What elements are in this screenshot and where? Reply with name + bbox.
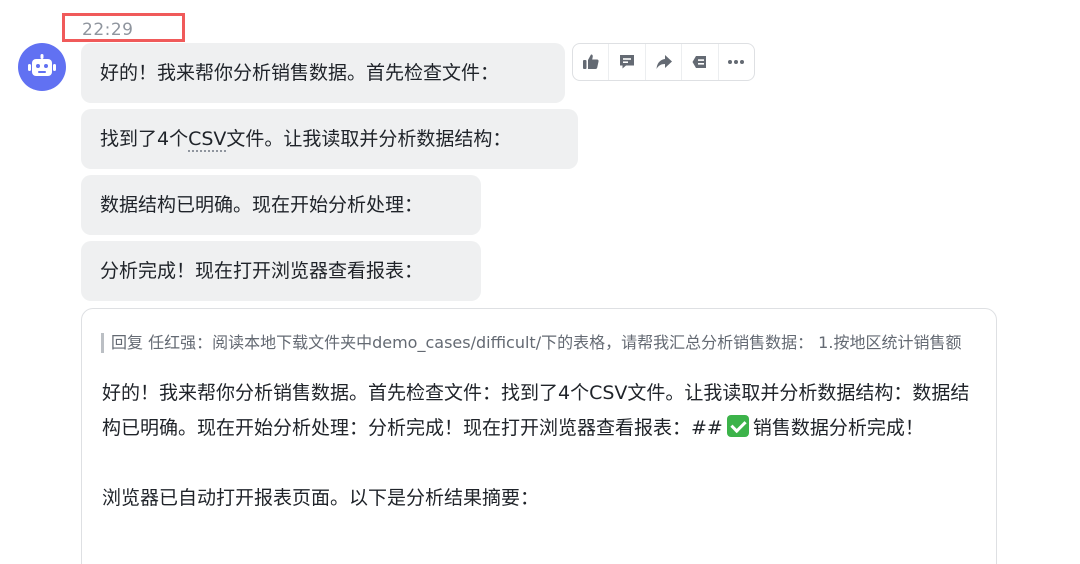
- forward-icon: [656, 55, 672, 69]
- message-text: 好的！我来帮你分析销售数据。首先检查文件：: [100, 62, 500, 84]
- csv-term[interactable]: CSV: [188, 129, 227, 152]
- reply-text: 销售数据分析完成！: [752, 417, 924, 439]
- message-text: 文件。让我读取并分析数据结构：: [226, 128, 512, 150]
- more-options-button[interactable]: [719, 44, 754, 80]
- reply-message-body: 好的！我来帮你分析销售数据。首先检查文件：找到了4个CSV文件。让我读取并分析数…: [102, 376, 972, 516]
- reply-paragraph: 浏览器已自动打开报表页面。以下是分析结果摘要：: [102, 487, 540, 509]
- more-icon: [728, 60, 745, 64]
- like-button[interactable]: [573, 44, 610, 80]
- reply-message-card[interactable]: 回复 任红强：阅读本地下载文件夹中demo_cases/difficult/下的…: [81, 308, 997, 564]
- message-bubble[interactable]: 好的！我来帮你分析销售数据。首先检查文件：: [81, 43, 565, 103]
- check-mark-icon: [726, 415, 749, 437]
- message-text: 分析完成！现在打开浏览器查看报表：: [100, 260, 424, 282]
- robot-icon: [28, 54, 56, 76]
- message-action-toolbar: [572, 43, 755, 81]
- comment-button[interactable]: [609, 44, 646, 80]
- message-bubble[interactable]: 数据结构已明确。现在开始分析处理：: [81, 175, 481, 235]
- message-bubble[interactable]: 找到了4个CSV文件。让我读取并分析数据结构：: [81, 109, 578, 169]
- quoted-reply[interactable]: 回复 任红强：阅读本地下载文件夹中demo_cases/difficult/下的…: [101, 333, 965, 353]
- bot-avatar[interactable]: [18, 43, 66, 91]
- message-timestamp: 22:29: [82, 20, 134, 40]
- thumbs-up-icon: [582, 54, 599, 69]
- message-text: 找到了4个: [100, 128, 189, 150]
- comment-icon: [620, 55, 635, 69]
- timestamp-highlight-box: 22:29: [62, 13, 185, 42]
- message-bubble[interactable]: 分析完成！现在打开浏览器查看报表：: [81, 241, 481, 301]
- forward-button[interactable]: [646, 44, 683, 80]
- message-text: 数据结构已明确。现在开始分析处理：: [100, 194, 424, 216]
- reply-paragraph: 好的！我来帮你分析销售数据。首先检查文件：找到了4个CSV文件。让我读取并分析数…: [102, 376, 972, 446]
- quote-icon: [692, 56, 706, 68]
- chat-thread: 22:29 好的！我来帮你分析销售数据。首先检查文件： 找到了4个CSV文件。让…: [0, 0, 1080, 564]
- quote-reply-button[interactable]: [682, 44, 719, 80]
